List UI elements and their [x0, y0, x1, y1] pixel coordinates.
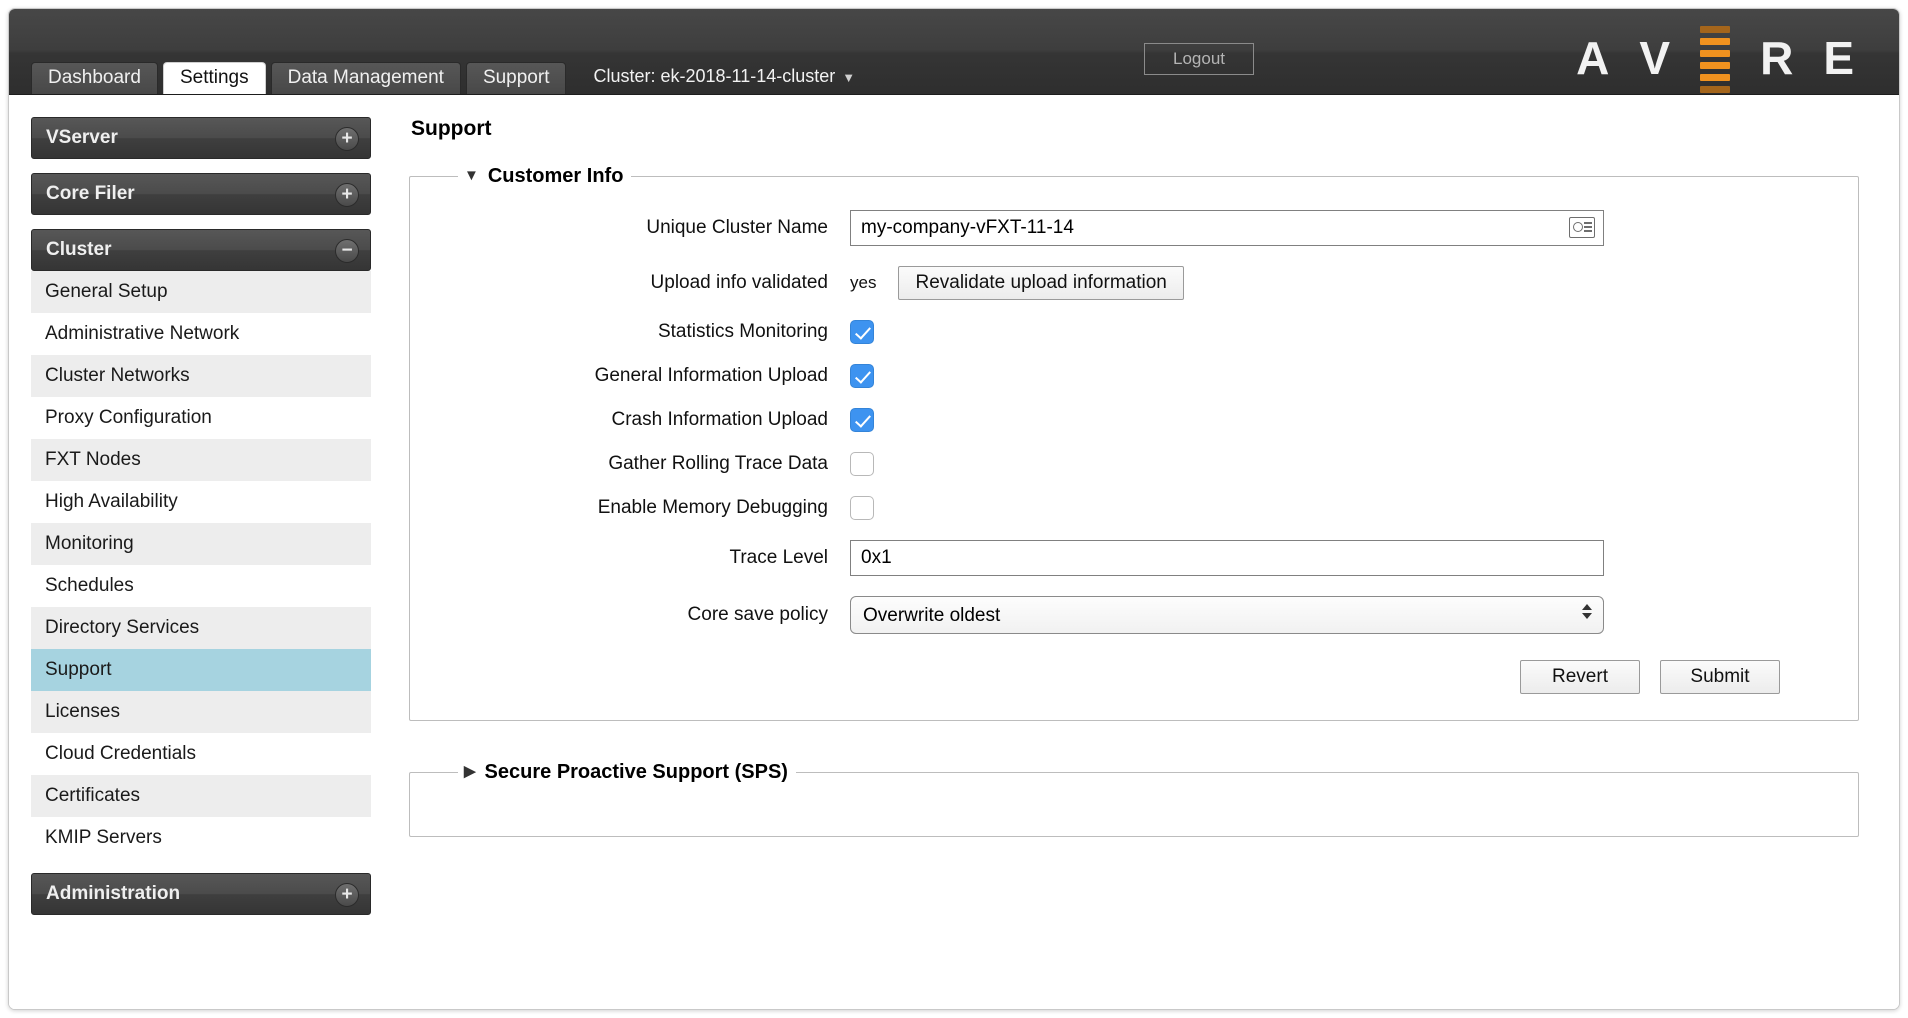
gather-rolling-trace-data-checkbox[interactable] — [850, 452, 874, 476]
sidebar-group-core-filer[interactable]: Core Filer + — [31, 173, 371, 215]
tab-dashboard[interactable]: Dashboard — [31, 62, 158, 94]
sidebar-group-cluster-label: Cluster — [46, 239, 112, 260]
row-crash-information-upload: Crash Information Upload — [440, 408, 1828, 432]
sidebar-group-administration-label: Administration — [46, 883, 181, 904]
sidebar-group-core-filer-label: Core Filer — [46, 183, 135, 204]
customer-info-legend-label: Customer Info — [487, 165, 624, 187]
statistics-monitoring-checkbox[interactable] — [850, 320, 874, 344]
sidebar-item-administrative-network[interactable]: Administrative Network — [31, 313, 371, 355]
row-gather-rolling-trace-data: Gather Rolling Trace Data — [440, 452, 1828, 476]
avere-logo: A V R E — [1576, 25, 1854, 93]
sidebar-item-proxy-configuration[interactable]: Proxy Configuration — [31, 397, 371, 439]
sps-legend: ▶ Secure Proactive Support (SPS) — [458, 761, 796, 784]
upload-validated-value: yes — [850, 273, 877, 292]
tab-settings[interactable]: Settings — [162, 62, 266, 94]
label-general-information-upload: General Information Upload — [594, 365, 828, 386]
sidebar-item-monitoring[interactable]: Monitoring — [31, 523, 371, 565]
cluster-selector-label: Cluster: ek-2018-11-14-cluster — [593, 66, 836, 86]
label-statistics-monitoring: Statistics Monitoring — [657, 321, 828, 342]
sidebar-item-general-setup[interactable]: General Setup — [31, 271, 371, 313]
tab-support[interactable]: Support — [465, 62, 567, 94]
tab-data-management[interactable]: Data Management — [270, 62, 461, 94]
row-trace-level: Trace Level — [440, 540, 1828, 576]
enable-memory-debugging-checkbox[interactable] — [850, 496, 874, 520]
general-information-upload-checkbox[interactable] — [850, 364, 874, 388]
content-area: VServer + Core Filer + Cluster − General… — [9, 95, 1899, 1009]
cluster-selector[interactable]: Cluster: ek-2018-11-14-cluster ▼ — [593, 60, 855, 94]
settings-sidebar: VServer + Core Filer + Cluster − General… — [9, 95, 389, 1009]
logo-letter-e-bars-icon — [1700, 22, 1731, 96]
page-title: Support — [411, 117, 492, 140]
crash-information-upload-checkbox[interactable] — [850, 408, 874, 432]
secure-proactive-support-panel: ▶ Secure Proactive Support (SPS) — [409, 761, 1859, 837]
row-general-information-upload: General Information Upload — [440, 364, 1828, 388]
contact-card-icon[interactable] — [1569, 217, 1595, 238]
logo-letter-r: R — [1760, 32, 1794, 84]
label-trace-level: Trace Level — [729, 547, 828, 568]
label-gather-rolling-trace-data: Gather Rolling Trace Data — [608, 453, 828, 474]
chevron-down-icon: ▼ — [842, 70, 856, 85]
triangle-right-icon[interactable]: ▶ — [464, 762, 476, 780]
sidebar-group-cluster[interactable]: Cluster − — [31, 229, 371, 271]
row-statistics-monitoring: Statistics Monitoring — [440, 320, 1828, 344]
top-header-bar: Logout A V R E Dashboard Settings Data M… — [9, 9, 1899, 95]
submit-button[interactable]: Submit — [1660, 660, 1780, 694]
sps-legend-label: Secure Proactive Support (SPS) — [484, 761, 788, 783]
customer-info-panel: ▼ Customer Info Unique Cluster Name Uploa… — [409, 165, 1859, 721]
revert-button[interactable]: Revert — [1520, 660, 1640, 694]
expand-plus-icon[interactable]: + — [335, 883, 359, 907]
label-unique-cluster-name: Unique Cluster Name — [646, 217, 828, 238]
row-core-save-policy: Core save policy Overwrite oldest — [440, 596, 1828, 634]
main-panel: Support ▼ Customer Info Unique Cluster Na… — [389, 95, 1899, 1009]
logo-letter-v: V — [1639, 32, 1671, 84]
label-enable-memory-debugging: Enable Memory Debugging — [597, 497, 828, 518]
logout-button[interactable]: Logout — [1144, 43, 1254, 75]
expand-plus-icon[interactable]: + — [335, 127, 359, 151]
expand-plus-icon[interactable]: + — [335, 183, 359, 207]
sidebar-item-schedules[interactable]: Schedules — [31, 565, 371, 607]
form-action-buttons: Revert Submit — [440, 660, 1828, 694]
sidebar-item-certificates[interactable]: Certificates — [31, 775, 371, 817]
sidebar-item-high-availability[interactable]: High Availability — [31, 481, 371, 523]
main-tab-bar: Dashboard Settings Data Management Suppo… — [9, 62, 855, 94]
collapse-minus-icon[interactable]: − — [335, 239, 359, 263]
label-crash-information-upload: Crash Information Upload — [611, 409, 829, 430]
unique-cluster-name-input[interactable] — [850, 210, 1604, 246]
sidebar-item-support[interactable]: Support — [31, 649, 371, 691]
sidebar-group-vserver[interactable]: VServer + — [31, 117, 371, 159]
logo-letter-e: E — [1823, 32, 1854, 84]
sidebar-item-licenses[interactable]: Licenses — [31, 691, 371, 733]
row-unique-cluster-name: Unique Cluster Name — [440, 210, 1828, 246]
label-core-save-policy: Core save policy — [687, 604, 828, 625]
sidebar-item-cloud-credentials[interactable]: Cloud Credentials — [31, 733, 371, 775]
core-save-policy-select[interactable]: Overwrite oldest — [850, 596, 1604, 634]
label-upload-info-validated: Upload info validated — [650, 272, 828, 293]
row-upload-info-validated: Upload info validated yes Revalidate upl… — [440, 266, 1828, 300]
sidebar-item-cluster-networks[interactable]: Cluster Networks — [31, 355, 371, 397]
application-window: Logout A V R E Dashboard Settings Data M… — [8, 8, 1900, 1010]
sidebar-item-fxt-nodes[interactable]: FXT Nodes — [31, 439, 371, 481]
customer-info-legend: ▼ Customer Info — [458, 165, 631, 188]
trace-level-input[interactable] — [850, 540, 1604, 576]
sidebar-group-vserver-label: VServer — [46, 127, 118, 148]
sidebar-group-administration[interactable]: Administration + — [31, 873, 371, 915]
triangle-down-icon[interactable]: ▼ — [464, 167, 479, 184]
revalidate-upload-information-button[interactable]: Revalidate upload information — [898, 266, 1184, 300]
sidebar-item-directory-services[interactable]: Directory Services — [31, 607, 371, 649]
sidebar-item-kmip-servers[interactable]: KMIP Servers — [31, 817, 371, 859]
row-enable-memory-debugging: Enable Memory Debugging — [440, 496, 1828, 520]
logo-letter-a: A — [1576, 32, 1610, 84]
